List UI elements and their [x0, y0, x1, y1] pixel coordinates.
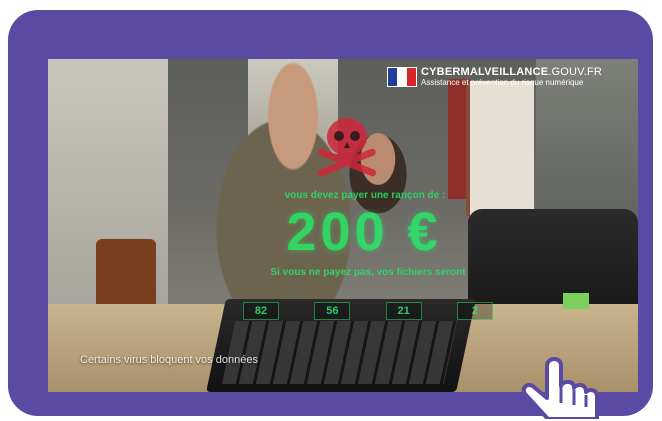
chair: [96, 239, 156, 309]
skull-icon: [317, 118, 377, 177]
video-caption: Certains virus bloquent vos données: [80, 354, 258, 366]
french-flag-icon: [387, 67, 417, 87]
logo-title-suffix: .GOUV.FR: [548, 66, 603, 78]
video-player[interactable]: CYBERMALVEILLANCE.GOUV.FR Assistance et …: [48, 59, 638, 392]
sticky-note: [563, 293, 589, 309]
hand-pointer-icon: [521, 357, 599, 419]
ransom-amount: 200 €: [286, 202, 442, 262]
logo-title: CYBERMALVEILLANCE.GOUV.FR: [421, 67, 602, 78]
countdown-cell: 82: [243, 302, 279, 320]
ransom-countdown: 82 56 21 2: [243, 302, 493, 320]
cybermalveillance-logo: CYBERMALVEILLANCE.GOUV.FR Assistance et …: [387, 67, 602, 87]
logo-title-bold: CYBERMALVEILLANCE: [421, 66, 549, 78]
ransom-message-top: vous devez payer une rançon de :: [284, 190, 446, 201]
ransom-message-bottom: Si vous ne payez pas, vos fichiers seron…: [270, 267, 466, 278]
countdown-cell: 56: [314, 302, 351, 320]
sofa: [468, 209, 638, 304]
laptop-keyboard: [221, 321, 458, 384]
countdown-cell: 21: [385, 302, 422, 320]
logo-subtitle: Assistance et prévention du risque numér…: [421, 78, 584, 87]
countdown-cell: 2: [456, 302, 493, 320]
